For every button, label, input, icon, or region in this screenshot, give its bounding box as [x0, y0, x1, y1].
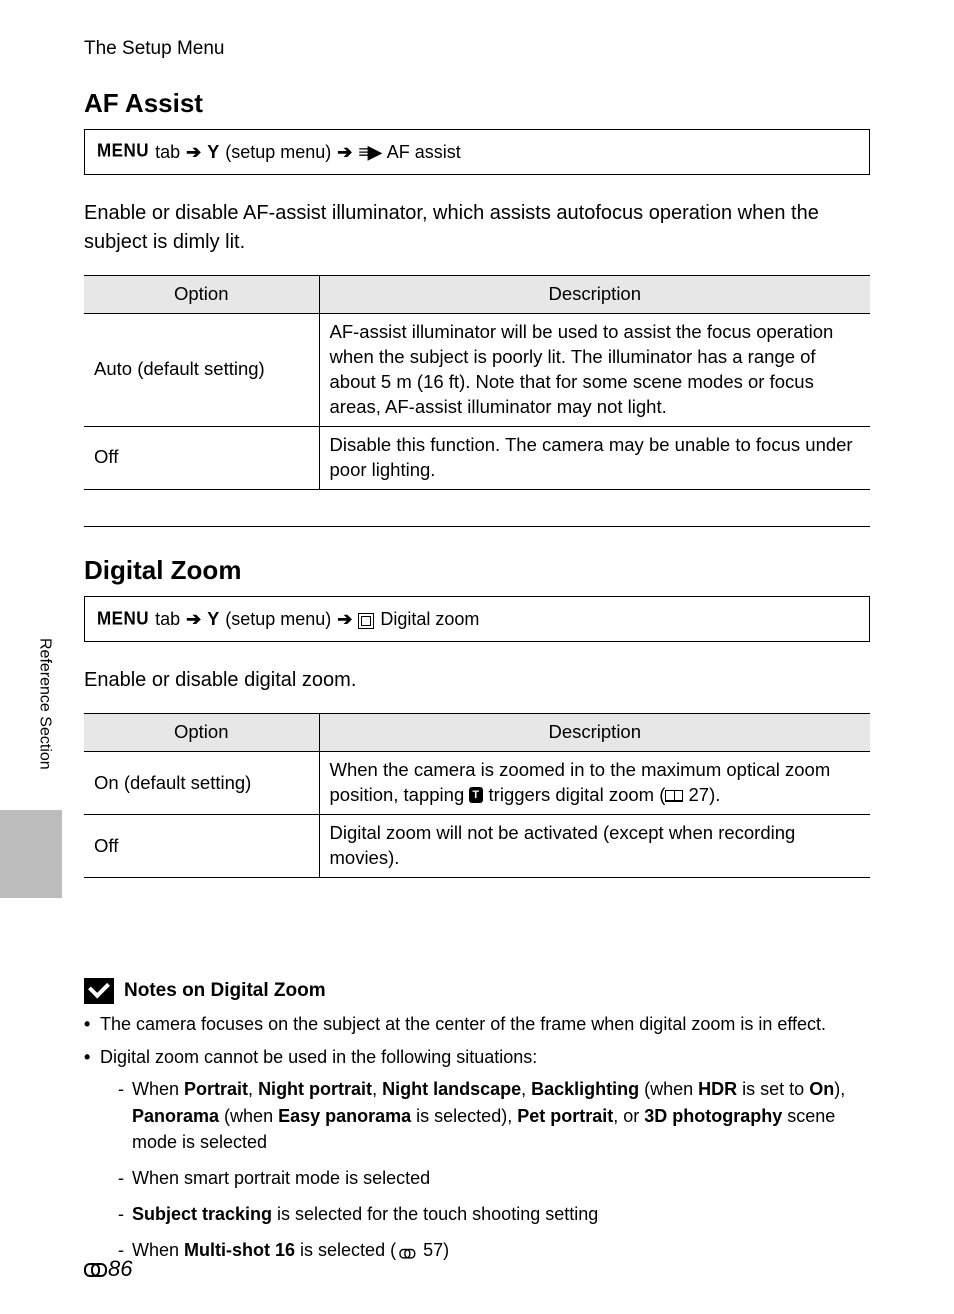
section-divider [84, 526, 870, 527]
notes-block: Notes on Digital Zoom The camera focuses… [84, 978, 870, 1263]
wrench-icon: Y [207, 607, 219, 631]
section-title-digital-zoom: Digital Zoom [84, 553, 870, 588]
telephoto-key-icon [469, 787, 483, 803]
table-row: Off Disable this function. The camera ma… [84, 426, 870, 489]
table-row: Off Digital zoom will not be activated (… [84, 815, 870, 878]
digital-zoom-icon [358, 613, 374, 629]
description-cell: When the camera is zoomed in to the maxi… [319, 752, 870, 815]
manual-ref-icon [665, 790, 683, 802]
note-item: The camera focuses on the subject at the… [84, 1012, 870, 1037]
menu-label: MENU [97, 606, 149, 631]
note-subitem: When Portrait, Night portrait, Night lan… [118, 1076, 870, 1154]
link-ref-icon [399, 1248, 414, 1258]
table-row: On (default setting) When the camera is … [84, 752, 870, 815]
af-assist-label: AF assist [387, 140, 461, 164]
tab-label: tab [155, 140, 180, 164]
check-icon [84, 978, 114, 1004]
arrow-icon: ➔ [337, 140, 352, 164]
option-cell: Auto (default setting) [84, 314, 319, 427]
description-cell: AF-assist illuminator will be used to as… [319, 314, 870, 427]
side-tab-label: Reference Section [34, 638, 56, 798]
digital-zoom-table: Option Description On (default setting) … [84, 713, 870, 878]
arrow-icon: ➔ [186, 140, 201, 164]
page-number: 86 [84, 1254, 132, 1284]
af-assist-table: Option Description Auto (default setting… [84, 275, 870, 490]
section-title-af-assist: AF Assist [84, 86, 870, 121]
breadcrumb-af-assist: MENU tab ➔ Y (setup menu) ➔ ≡▶ AF assist [84, 129, 870, 175]
digital-zoom-label: Digital zoom [380, 607, 479, 631]
col-option: Option [84, 276, 319, 314]
menu-label: MENU [97, 139, 149, 164]
arrow-icon: ➔ [337, 607, 352, 631]
af-assist-icon: ≡▶ [358, 140, 380, 164]
reference-link-icon [84, 1262, 106, 1276]
description-cell: Disable this function. The camera may be… [319, 426, 870, 489]
tab-label: tab [155, 607, 180, 631]
setup-menu-label: (setup menu) [225, 607, 331, 631]
note-subitem: When smart portrait mode is selected [118, 1165, 870, 1191]
note-item: Digital zoom cannot be used in the follo… [84, 1045, 870, 1263]
side-tab-marker [0, 810, 62, 898]
note-subitem: Subject tracking is selected for the tou… [118, 1201, 870, 1227]
notes-title: Notes on Digital Zoom [124, 978, 326, 1004]
running-head: The Setup Menu [84, 36, 870, 62]
setup-menu-label: (setup menu) [225, 140, 331, 164]
option-cell: Off [84, 426, 319, 489]
wrench-icon: Y [207, 140, 219, 164]
af-assist-intro: Enable or disable AF-assist illuminator,… [84, 199, 870, 257]
description-cell: Digital zoom will not be activated (exce… [319, 815, 870, 878]
option-cell: On (default setting) [84, 752, 319, 815]
table-row: Auto (default setting) AF-assist illumin… [84, 314, 870, 427]
breadcrumb-digital-zoom: MENU tab ➔ Y (setup menu) ➔ Digital zoom [84, 596, 870, 642]
digital-zoom-intro: Enable or disable digital zoom. [84, 666, 870, 695]
option-cell: Off [84, 815, 319, 878]
note-subitem: When Multi-shot 16 is selected ( 57) [118, 1237, 870, 1263]
arrow-icon: ➔ [186, 607, 201, 631]
col-option: Option [84, 714, 319, 752]
col-description: Description [319, 276, 870, 314]
col-description: Description [319, 714, 870, 752]
